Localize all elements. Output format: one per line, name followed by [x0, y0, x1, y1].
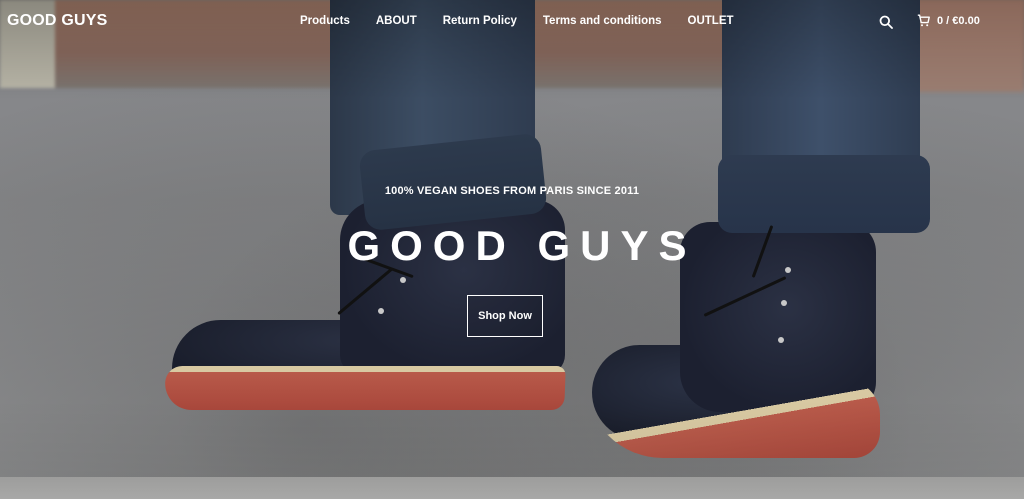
nav-link-return-policy[interactable]: Return Policy	[443, 15, 517, 27]
search-icon[interactable]	[879, 15, 893, 29]
nav-link-outlet[interactable]: OUTLET	[688, 15, 734, 27]
hero-subtitle: 100% VEGAN SHOES FROM PARIS SINCE 2011	[384, 185, 640, 197]
hero-title: GOOD GUYS	[347, 222, 697, 269]
cart-icon	[917, 14, 930, 27]
shop-now-label: Shop Now	[478, 310, 532, 322]
nav-link-terms[interactable]: Terms and conditions	[543, 15, 662, 27]
site-logo[interactable]: GOOD GUYS	[7, 12, 107, 30]
cart-summary: 0 / €0.00	[937, 14, 980, 27]
cart-link[interactable]: 0 / €0.00	[917, 14, 980, 27]
nav-link-products[interactable]: Products	[300, 15, 350, 27]
main-nav: Products ABOUT Return Policy Terms and c…	[300, 15, 760, 27]
shop-now-button[interactable]: Shop Now	[467, 295, 543, 337]
site-header: GOOD GUYS Products ABOUT Return Policy T…	[0, 0, 1024, 44]
nav-link-about[interactable]: ABOUT	[376, 15, 417, 27]
